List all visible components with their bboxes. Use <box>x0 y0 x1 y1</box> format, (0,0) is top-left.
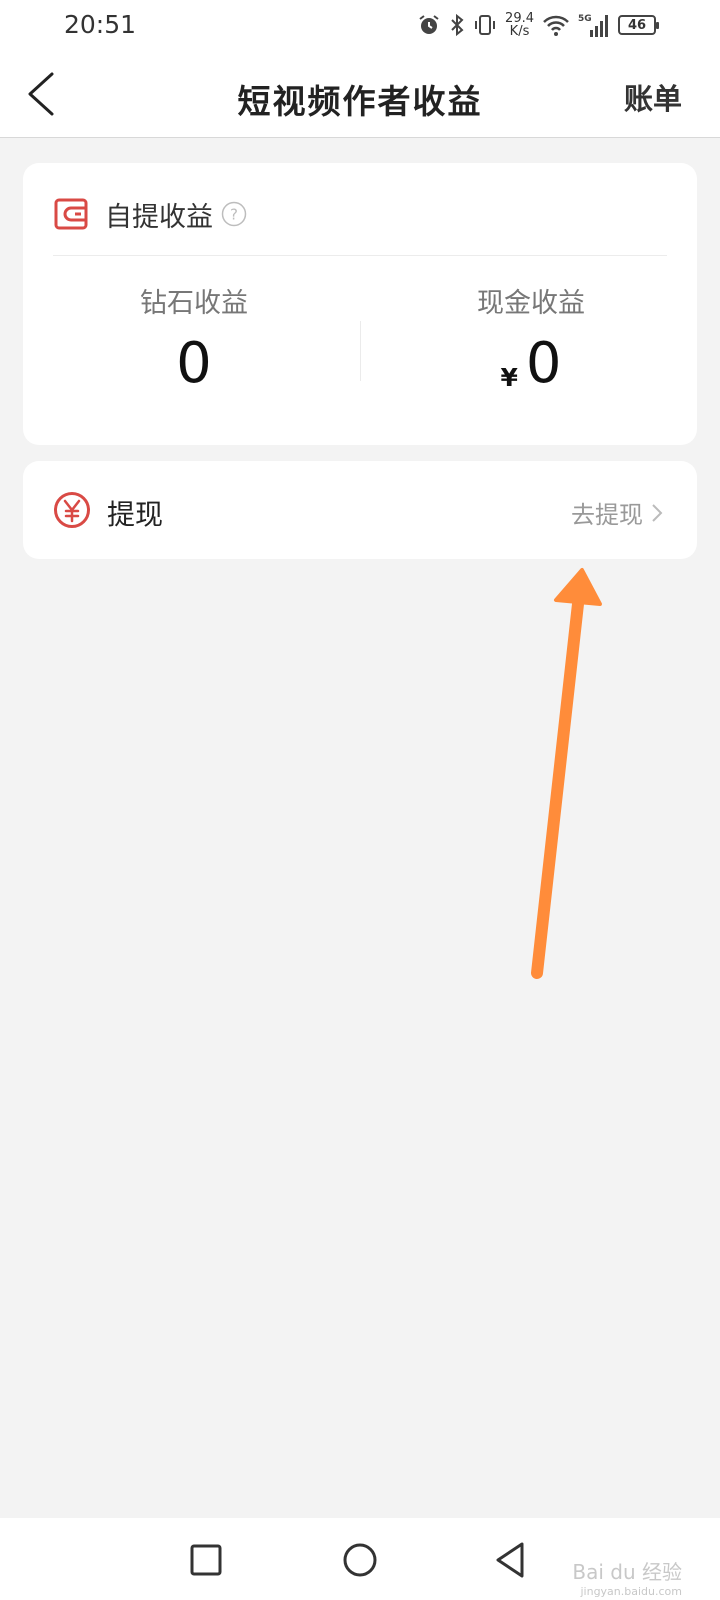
alarm-icon <box>419 15 439 34</box>
svg-text:5G: 5G <box>578 14 592 24</box>
watermark-text: Bai du 经验 <box>572 1560 682 1584</box>
diamond-earnings-value: 0 <box>176 331 212 396</box>
status-time: 20:51 <box>64 10 137 39</box>
cash-earnings-value-row: ¥ 0 <box>366 334 696 394</box>
signal-icon: 5G <box>578 14 608 37</box>
system-nav-bar: Bai du 经验 jingyan.baidu.com <box>0 1518 720 1600</box>
battery-icon: 46 <box>618 15 659 35</box>
withdraw-label: 提现 <box>107 498 164 531</box>
page-title: 短视频作者收益 <box>237 82 483 121</box>
diamond-earnings-label: 钻石收益 <box>140 288 248 319</box>
status-bar: 20:51 29.4 K/s 5G 46 <box>0 0 720 50</box>
diamond-earnings: 钻石收益 0 <box>29 281 359 394</box>
yuan-circle-icon <box>54 492 90 528</box>
earnings-card: 自提收益 ? 钻石收益 0 现金收益 ¥ 0 <box>23 163 697 445</box>
wifi-icon <box>543 15 569 36</box>
go-withdraw-label: 去提现 <box>571 501 643 529</box>
earnings-card-header: 自提收益 ? <box>53 191 667 237</box>
bluetooth-icon <box>451 13 464 37</box>
status-icons: 29.4 K/s 5G 46 <box>417 9 659 41</box>
earnings-card-title: 自提收益 <box>105 201 213 233</box>
wallet-icon <box>54 198 88 230</box>
network-speed-unit: K/s <box>509 24 530 39</box>
watermark-subtext: jingyan.baidu.com <box>580 1585 682 1598</box>
cash-earnings-label: 现金收益 <box>477 288 585 319</box>
annotation-arrow-shaft <box>531 589 585 979</box>
recent-apps-icon[interactable] <box>184 1538 228 1582</box>
nav-bar: 短视频作者收益 账单 <box>0 50 720 138</box>
chevron-right-icon <box>652 503 663 522</box>
currency-symbol: ¥ <box>500 363 518 392</box>
diamond-earnings-value-row: 0 <box>29 334 359 394</box>
card-divider <box>53 255 667 256</box>
battery-level: 46 <box>627 17 647 33</box>
withdraw-row[interactable]: 提现 去提现 <box>23 461 697 559</box>
bill-button[interactable]: 账单 <box>624 76 682 118</box>
watermark: Bai du 经验 jingyan.baidu.com <box>572 1556 682 1598</box>
cash-earnings: 现金收益 ¥ 0 <box>366 281 696 394</box>
svg-text:?: ? <box>230 206 238 224</box>
vibrate-icon <box>475 15 496 35</box>
stat-divider <box>360 321 361 381</box>
question-circle-icon[interactable]: ? <box>221 201 247 227</box>
cash-earnings-value: 0 <box>525 331 562 396</box>
go-withdraw-button[interactable]: 去提现 <box>571 495 663 530</box>
home-icon[interactable] <box>338 1538 382 1582</box>
annotation-arrow-head <box>554 568 602 606</box>
back-icon[interactable] <box>490 1538 534 1582</box>
network-speed: 29.4 K/s <box>505 12 534 38</box>
